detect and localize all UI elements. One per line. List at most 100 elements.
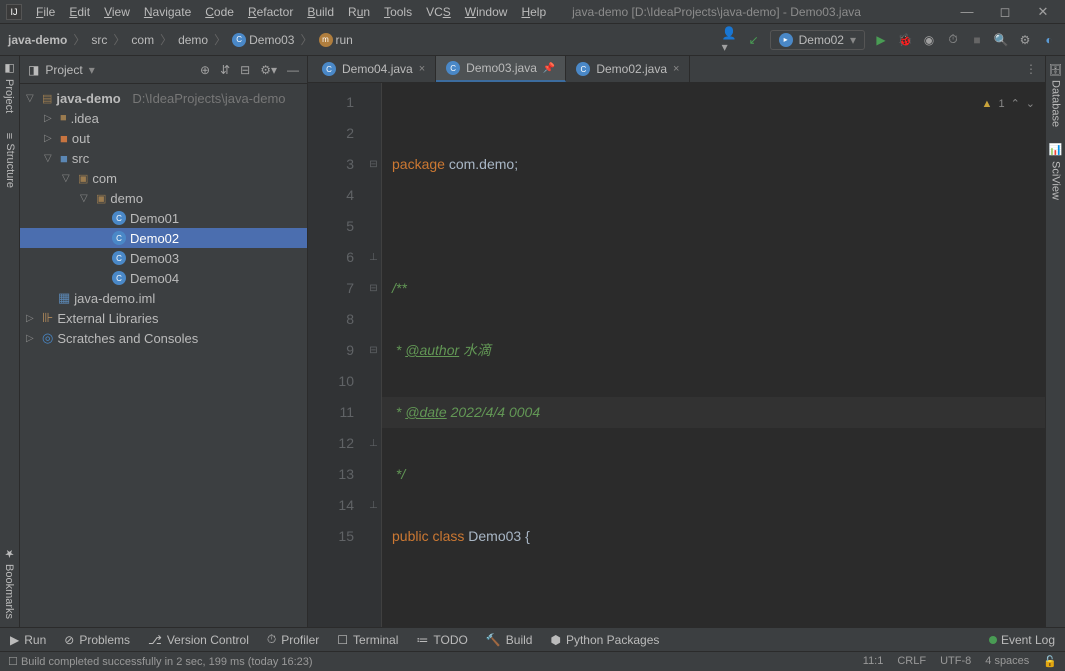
titlebar: IJ File Edit View Navigate Code Refactor… [0,0,1065,24]
editor-panel: C Demo04.java× C Demo03.java📌 C Demo02.j… [308,56,1045,627]
coverage-icon[interactable]: ◉ [921,32,937,48]
run-config-icon: ▸ [779,33,793,47]
status-lock-icon[interactable]: 🔓 [1043,655,1057,668]
search-icon[interactable]: 🔍 [993,32,1009,48]
tab-demo03[interactable]: C Demo03.java📌 [436,56,566,82]
tab-demo04[interactable]: C Demo04.java× [312,56,436,82]
class-icon: C [446,61,460,75]
tree-com[interactable]: ▽▣com [20,168,307,188]
menu-vcs[interactable]: VCS [420,3,457,21]
tool-vcs[interactable]: ⎇ Version Control [148,633,249,647]
status-encoding[interactable]: UTF-8 [940,655,971,668]
code-content[interactable]: package com.demo; /** * @author 水滴 * @da… [382,83,1045,627]
panel-settings-icon[interactable]: ⚙▾ [260,63,277,77]
inspection-badge[interactable]: ▲ 1 ⌃ ⌄ [982,89,1035,120]
tool-database[interactable]: 🗄 Database [1049,62,1062,127]
profile-icon[interactable]: ⏱ [945,32,961,48]
minimize-icon[interactable]: — [955,4,979,20]
stop-icon[interactable]: ■ [969,32,985,48]
panel-hide-icon[interactable]: — [287,63,299,77]
tool-run[interactable]: ▶ Run [10,633,46,647]
class-icon: C [112,211,126,225]
tool-bookmarks[interactable]: Bookmarks ★ [3,547,16,619]
breadcrumb-class[interactable]: CDemo03 [232,33,294,47]
tool-python-packages[interactable]: ⬢ Python Packages [550,633,659,647]
project-tree: ▽▤ java-demo D:\IdeaProjects\java-demo ▷… [20,84,307,627]
menu-run[interactable]: Run [342,3,376,21]
tab-close-icon[interactable]: × [419,63,425,75]
run-config-dropdown[interactable]: ▸ Demo02 ▾ [770,30,865,50]
breadcrumb-demo[interactable]: demo [178,33,208,47]
tree-file-demo02[interactable]: CDemo02 [20,228,307,248]
tree-file-demo01[interactable]: CDemo01 [20,208,307,228]
expand-all-icon[interactable]: ⇵ [220,63,230,77]
run-icon[interactable]: ▶ [873,32,889,48]
inspection-down-icon[interactable]: ⌄ [1026,89,1035,120]
tool-profiler[interactable]: ⏱ Profiler [267,632,319,647]
code-area[interactable]: 123456789101112131415 ⊟ ⊥⊟ ⊟ ⊥ ⊥ package… [308,83,1045,627]
ide-features-icon[interactable]: ◐ [1041,32,1057,48]
tool-project[interactable]: Project ◨ [3,62,16,113]
menu-view[interactable]: View [98,3,136,21]
menu-edit[interactable]: Edit [63,3,96,21]
tool-sciview[interactable]: 📊 SciView [1049,143,1062,199]
tabs-more-icon[interactable]: ⋮ [1025,62,1045,76]
vcs-update-icon[interactable]: ↙ [746,32,762,48]
status-icon[interactable]: ☐ [8,655,18,668]
tab-pin-icon[interactable]: 📌 [543,63,555,74]
breadcrumb-method[interactable]: mrun [319,33,353,47]
inspection-up-icon[interactable]: ⌃ [1011,89,1020,120]
tool-structure[interactable]: Structure ≡ [4,133,16,188]
settings-icon[interactable]: ⚙ [1017,32,1033,48]
tree-root[interactable]: ▽▤ java-demo D:\IdeaProjects\java-demo [20,88,307,108]
tree-ext-libs[interactable]: ▷⊪External Libraries [20,308,307,328]
tool-build[interactable]: 🔨 Build [486,633,533,647]
warning-icon: ▲ [982,89,993,120]
status-position[interactable]: 11:1 [863,655,884,668]
tab-close-icon[interactable]: × [673,63,679,75]
tree-src[interactable]: ▽■src [20,148,307,168]
menu-navigate[interactable]: Navigate [138,3,197,21]
user-icon[interactable]: 👤▾ [722,32,738,48]
select-opened-icon[interactable]: ⊕ [200,63,210,77]
bottom-toolbar: ▶ Run ⊘ Problems ⎇ Version Control ⏱ Pro… [0,627,1065,651]
editor-tabs: C Demo04.java× C Demo03.java📌 C Demo02.j… [308,56,1045,83]
breadcrumb-src[interactable]: src [91,33,107,47]
menu-window[interactable]: Window [459,3,514,21]
project-panel-icon: ◨ [28,63,39,77]
tree-demo[interactable]: ▽▣demo [20,188,307,208]
statusbar: ☐ Build completed successfully in 2 sec,… [0,651,1065,671]
nav-toolbar: java-demo 〉 src 〉 com 〉 demo 〉 CDemo03 〉… [0,24,1065,56]
project-view-dropdown[interactable]: ▾ [89,63,95,77]
menu-help[interactable]: Help [515,3,552,21]
maximize-icon[interactable]: ◻ [993,4,1017,20]
tree-iml[interactable]: ▦java-demo.iml [20,288,307,308]
tool-terminal[interactable]: ☐ Terminal [337,633,398,647]
menu-build[interactable]: Build [301,3,340,21]
menu-file[interactable]: File [30,3,61,21]
breadcrumb-root[interactable]: java-demo [8,33,67,47]
window-title: java-demo [D:\IdeaProjects\java-demo] - … [552,5,955,19]
tab-demo02[interactable]: C Demo02.java× [566,56,690,82]
collapse-all-icon[interactable]: ⊟ [240,63,250,77]
tree-file-demo03[interactable]: CDemo03 [20,248,307,268]
tool-problems[interactable]: ⊘ Problems [64,633,130,647]
menu-tools[interactable]: Tools [378,3,418,21]
tree-out[interactable]: ▷■out [20,128,307,148]
tool-todo[interactable]: ≔ TODO [416,633,467,647]
tree-idea[interactable]: ▷■.idea [20,108,307,128]
debug-icon[interactable]: 🐞 [897,32,913,48]
breadcrumb-com[interactable]: com [131,33,154,47]
menu-code[interactable]: Code [199,3,240,21]
tool-eventlog[interactable]: Event Log [989,633,1055,647]
status-message: Build completed successfully in 2 sec, 1… [21,656,313,668]
run-config-label: Demo02 [799,33,844,47]
menu-refactor[interactable]: Refactor [242,3,299,21]
status-eol[interactable]: CRLF [897,655,926,668]
toolbar-right: 👤▾ ↙ ▸ Demo02 ▾ ▶ 🐞 ◉ ⏱ ■ 🔍 ⚙ ◐ [722,30,1057,50]
close-icon[interactable]: ✕ [1031,4,1055,20]
class-icon: C [112,251,126,265]
tree-file-demo04[interactable]: CDemo04 [20,268,307,288]
tree-scratches[interactable]: ▷◎Scratches and Consoles [20,328,307,348]
status-indent[interactable]: 4 spaces [985,655,1029,668]
